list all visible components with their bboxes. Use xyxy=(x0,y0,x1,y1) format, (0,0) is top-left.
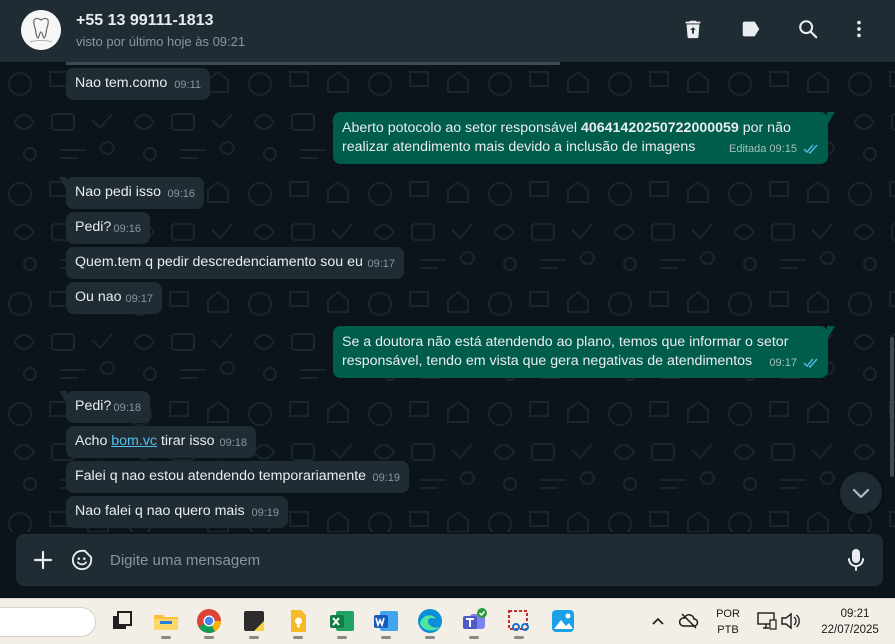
message-list[interactable]: Nao tem.como 09:11 Aberto potocolo ao se… xyxy=(0,62,895,532)
message-text: Quem.tem q pedir descredenciamento sou e… xyxy=(75,254,363,270)
message-time: 09:17 xyxy=(125,293,153,305)
snipping-tool-icon[interactable] xyxy=(505,607,533,639)
read-receipt-icon xyxy=(803,144,818,155)
message-text: Pedi? xyxy=(75,219,112,235)
previous-message-edge xyxy=(66,62,560,65)
message-incoming[interactable]: Nao tem.como 09:11 xyxy=(66,68,210,100)
file-explorer-icon[interactable] xyxy=(152,607,180,639)
last-seen-status: visto por último hoje às 09:21 xyxy=(76,34,246,49)
protocol-number: 40641420250722000059 xyxy=(580,120,739,136)
composer xyxy=(0,532,895,588)
contact-name[interactable]: +55 13 99111-1813 xyxy=(76,12,213,30)
menu-icon[interactable] xyxy=(848,18,870,40)
message-incoming[interactable]: Acho bom.vc tirar isso 09:18 xyxy=(66,426,256,458)
message-meta: 09:17 xyxy=(769,354,819,373)
message-incoming[interactable]: Quem.tem q pedir descredenciamento sou e… xyxy=(66,247,404,279)
composer-bar xyxy=(16,534,883,586)
message-input[interactable] xyxy=(108,548,808,572)
message-time: 09:19 xyxy=(372,472,400,484)
message-text-continued: tirar isso xyxy=(157,433,215,449)
message-incoming[interactable]: Nao pedi isso 09:16 xyxy=(59,177,204,209)
clock-date[interactable]: 22/07/2025 xyxy=(812,624,888,636)
message-incoming[interactable]: Falei q nao estou atendendo temporariame… xyxy=(66,461,409,493)
message-text: Falei q nao estou atendendo temporariame… xyxy=(75,468,367,484)
message-time: 09:18 xyxy=(113,402,141,414)
message-time: 09:16 xyxy=(113,223,141,235)
sticky-notes-icon[interactable] xyxy=(240,607,268,639)
message-outgoing[interactable]: Aberto potocolo ao setor responsável 406… xyxy=(333,112,835,164)
message-time: 09:17 xyxy=(367,258,395,270)
message-time: 09:17 xyxy=(769,357,797,369)
message-time: 09:11 xyxy=(174,79,201,91)
message-incoming[interactable]: Nao falei q nao quero mais 09:19 xyxy=(66,496,288,528)
message-time: 09:18 xyxy=(219,437,247,449)
message-text: Se a doutora não está atendendo ao plano… xyxy=(342,334,789,369)
scrollbar[interactable] xyxy=(889,62,895,532)
archive-icon[interactable] xyxy=(682,18,704,40)
message-time: 09:16 xyxy=(167,188,195,200)
network-disconnected-icon[interactable] xyxy=(679,611,699,631)
word-icon[interactable] xyxy=(372,607,400,639)
label-icon[interactable] xyxy=(740,18,762,40)
scroll-to-bottom-button[interactable] xyxy=(840,472,882,514)
message-text: Nao tem.como xyxy=(75,75,168,91)
show-hidden-icons-chevron-up-icon[interactable] xyxy=(651,614,665,628)
message-time: 09:15 xyxy=(769,143,797,155)
message-time: 09:19 xyxy=(251,507,279,519)
chevron-down-icon xyxy=(852,488,870,499)
contact-avatar[interactable] xyxy=(21,10,61,50)
message-meta: Editada 09:15 xyxy=(729,140,819,159)
edited-label: Editada xyxy=(729,143,767,155)
teams-icon[interactable] xyxy=(460,607,488,639)
message-text: Aberto potocolo ao setor responsável xyxy=(342,120,581,136)
message-text: Nao falei q nao quero mais xyxy=(75,503,245,519)
clock-time[interactable]: 09:21 xyxy=(820,608,890,620)
search-icon[interactable] xyxy=(797,18,819,40)
message-outgoing[interactable]: Se a doutora não está atendendo ao plano… xyxy=(333,326,835,378)
scrollbar-thumb[interactable] xyxy=(890,337,894,477)
edge-icon[interactable] xyxy=(416,607,444,639)
message-incoming[interactable]: Pedi? 09:18 xyxy=(59,391,150,423)
message-text: Acho xyxy=(75,433,112,449)
photos-icon[interactable] xyxy=(549,607,577,635)
chrome-icon[interactable] xyxy=(195,607,223,639)
sticker-icon[interactable] xyxy=(71,549,93,571)
message-incoming[interactable]: Ou nao 09:17 xyxy=(66,282,162,314)
message-text: Ou nao xyxy=(75,289,122,305)
attach-plus-icon[interactable] xyxy=(33,550,53,570)
message-text: Pedi? xyxy=(75,398,112,414)
windows-taskbar: POR PTB 09:21 22/07/2025 xyxy=(0,598,895,644)
keyboard-layout[interactable]: PTB xyxy=(712,624,744,636)
task-view-icon[interactable] xyxy=(108,607,136,635)
keep-icon[interactable] xyxy=(284,607,312,639)
excel-icon[interactable] xyxy=(328,607,356,639)
message-text: Nao pedi isso xyxy=(75,184,161,200)
read-receipt-icon xyxy=(803,358,818,369)
display-device-icon[interactable] xyxy=(757,612,777,630)
volume-icon[interactable] xyxy=(780,612,800,630)
language-code[interactable]: POR xyxy=(712,608,744,620)
chat-header: +55 13 99111-1813 visto por último hoje … xyxy=(0,0,895,62)
taskbar-search-box[interactable] xyxy=(0,607,96,637)
microphone-icon[interactable] xyxy=(847,548,865,572)
message-incoming[interactable]: Pedi? 09:16 xyxy=(66,212,150,244)
message-link[interactable]: bom.vc xyxy=(111,433,157,449)
